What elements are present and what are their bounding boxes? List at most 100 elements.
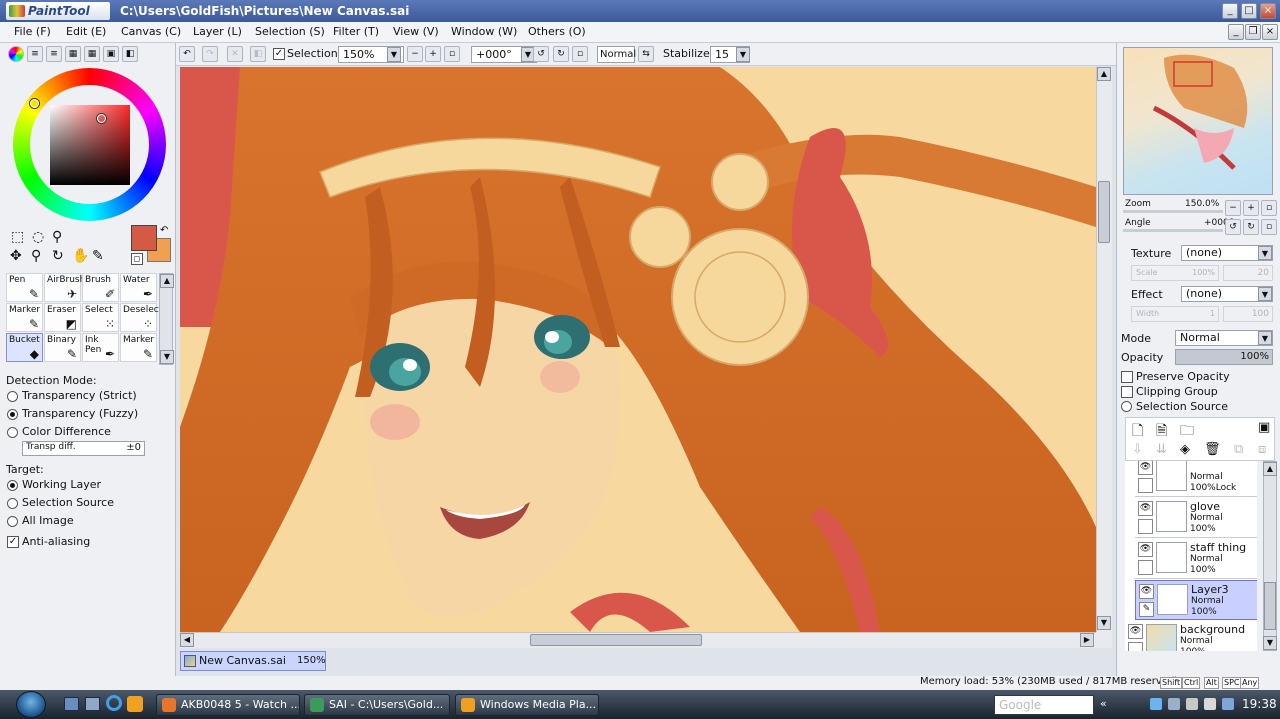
zoom-dropdown-icon[interactable]: ▼ xyxy=(387,47,401,62)
hue-picker-handle[interactable] xyxy=(30,99,39,108)
menu-canvas[interactable]: Canvas (C) xyxy=(121,25,181,38)
radio[interactable] xyxy=(7,427,18,438)
lasso-icon[interactable]: ◌ xyxy=(32,229,44,245)
layer-scroll-thumb[interactable] xyxy=(1264,582,1276,630)
zoom-icon[interactable]: ⚲ xyxy=(31,248,41,264)
nav-angle-slider[interactable] xyxy=(1123,229,1223,232)
horizontal-scroll-thumb[interactable] xyxy=(530,634,702,646)
selection-source-radio[interactable]: Selection Source xyxy=(1121,399,1271,414)
layer-scroll-down-icon[interactable]: ▼ xyxy=(1263,636,1277,650)
new-linework-layer-icon[interactable]: 🗎 xyxy=(1156,420,1167,444)
menu-layer[interactable]: Layer (L) xyxy=(193,25,242,38)
target-option-working-layer[interactable]: Working Layer xyxy=(7,478,167,494)
tray-display-icon[interactable] xyxy=(1186,698,1198,710)
radio[interactable] xyxy=(7,391,18,402)
scroll-right-icon[interactable]: ▶ xyxy=(1080,633,1094,647)
menu-edit[interactable]: Edit (E) xyxy=(66,25,106,38)
nav-rotate-right-icon[interactable]: ↻ xyxy=(1243,219,1259,235)
color-mixer-icon[interactable]: ▦ xyxy=(65,46,81,62)
zoom-out-icon[interactable]: − xyxy=(407,46,423,62)
rgb-slider-icon[interactable]: ≡ xyxy=(27,46,43,62)
menu-window[interactable]: Window (W) xyxy=(451,25,517,38)
layer-row[interactable]: 👁 ✎ Layer3 Normal 100% xyxy=(1135,580,1257,620)
layer-lock-icon[interactable] xyxy=(1128,642,1143,651)
menu-view[interactable]: View (V) xyxy=(393,25,439,38)
tray-wifi-icon[interactable] xyxy=(1222,698,1234,710)
tool-deselect[interactable]: Deselect ⁘ xyxy=(120,303,162,332)
tool-water[interactable]: Water ✒ xyxy=(120,273,157,302)
zoom-reset-icon[interactable]: ▫ xyxy=(444,46,460,62)
canvas-vertical-scrollbar[interactable]: ▲ ▼ xyxy=(1096,67,1112,632)
layer-mode-dropdown-icon[interactable]: ▼ xyxy=(1258,331,1272,345)
menu-selection[interactable]: Selection (S) xyxy=(255,25,325,38)
scratchpad-icon[interactable]: ▣ xyxy=(103,46,119,62)
mdi-close-icon[interactable]: × xyxy=(1262,24,1278,40)
effect-dropdown-icon[interactable]: ▼ xyxy=(1258,287,1272,301)
layer-panel-settings-icon[interactable]: ▣ xyxy=(1258,420,1270,435)
tool-ink-pen[interactable]: Ink Pen ✒ xyxy=(82,333,119,362)
hand-icon[interactable]: ✋ xyxy=(72,248,89,264)
undo-icon[interactable]: ↶ xyxy=(179,46,195,62)
color-settings-icon[interactable]: ◧ xyxy=(122,46,138,62)
taskbar-task[interactable]: SAI - C:\Users\Gold... xyxy=(304,694,450,716)
internet-explorer-icon[interactable] xyxy=(106,695,122,711)
detection-option-fuzzy[interactable]: Transparency (Fuzzy) xyxy=(7,407,167,423)
layer-list-scrollbar[interactable]: ▲ ▼ xyxy=(1263,461,1277,651)
clipping-group-checkbox[interactable]: Clipping Group xyxy=(1121,384,1271,399)
scroll-left-icon[interactable]: ◀ xyxy=(180,633,194,647)
navigator-preview[interactable] xyxy=(1123,47,1273,195)
tool-airbrush[interactable]: AirBrush ✈ xyxy=(44,273,85,302)
start-button[interactable] xyxy=(12,690,52,719)
taskbar-task[interactable]: AKB0048 5 - Watch ... xyxy=(156,694,300,716)
radio[interactable] xyxy=(7,409,18,420)
move-icon[interactable]: ✥ xyxy=(10,248,22,264)
selection-checkbox[interactable]: ✓ xyxy=(273,48,285,60)
merge-down-icon[interactable]: ⇊ xyxy=(1156,442,1167,457)
tool-scroll-up-icon[interactable]: ▲ xyxy=(160,274,174,288)
stabilizer-dropdown-icon[interactable]: ▼ xyxy=(736,47,750,62)
scroll-up-icon[interactable]: ▲ xyxy=(1097,67,1111,81)
swap-colors-icon[interactable]: ↶ xyxy=(160,225,168,236)
eye-icon[interactable]: 👁 xyxy=(1138,542,1153,557)
layer-row[interactable]: 👁 backgroundNormal100% xyxy=(1125,621,1248,651)
tray-volume-icon[interactable] xyxy=(1204,698,1216,710)
transfer-down-icon[interactable]: ⇩ xyxy=(1132,442,1143,457)
hsv-slider-icon[interactable]: ≡ xyxy=(46,46,62,62)
minimize-icon[interactable]: _ xyxy=(1222,3,1238,19)
rect-select-icon[interactable]: ⬚ xyxy=(11,229,24,245)
invert-selection-icon[interactable]: ◧ xyxy=(250,46,266,62)
nav-rotate-reset-icon[interactable]: ▫ xyxy=(1261,219,1277,235)
target-option-selection-source[interactable]: Selection Source xyxy=(7,496,167,512)
radio[interactable] xyxy=(7,498,18,509)
nav-zoom-in-icon[interactable]: + xyxy=(1243,200,1259,216)
eyedropper-icon[interactable]: ✎ xyxy=(92,248,104,264)
close-icon[interactable]: × xyxy=(1260,3,1276,19)
detection-option-strict[interactable]: Transparency (Strict) xyxy=(7,389,167,405)
vertical-scroll-thumb[interactable] xyxy=(1098,181,1110,243)
tray-expand-icon[interactable]: « xyxy=(1100,697,1107,710)
tool-eraser[interactable]: Eraser ◩ xyxy=(44,303,81,332)
mdi-minimize-icon[interactable]: _ xyxy=(1228,24,1244,40)
canvas-tab[interactable]: New Canvas.sai 150% xyxy=(180,651,326,671)
windows-orb-icon[interactable] xyxy=(16,691,46,718)
eye-icon[interactable]: 👁 xyxy=(1128,624,1143,639)
scroll-down-icon[interactable]: ▼ xyxy=(1097,616,1111,630)
layer-opacity-slider[interactable]: 100% xyxy=(1175,349,1273,365)
menu-others[interactable]: Others (O) xyxy=(528,25,586,38)
rotate-icon[interactable]: ↻ xyxy=(52,248,64,264)
layer-scroll-up-icon[interactable]: ▲ xyxy=(1263,462,1277,476)
rotate-reset-icon[interactable]: ▫ xyxy=(572,46,588,62)
saturation-value-square[interactable] xyxy=(50,105,130,185)
eye-icon[interactable]: 👁 xyxy=(1138,461,1153,475)
drawing-canvas[interactable] xyxy=(180,67,1096,632)
new-layer-icon[interactable]: 🗋 xyxy=(1132,420,1143,444)
zoom-in-icon[interactable]: + xyxy=(425,46,441,62)
rotate-right-icon[interactable]: ↻ xyxy=(553,46,569,62)
tool-scroll-down-icon[interactable]: ▼ xyxy=(160,350,174,364)
layer-lock-icon[interactable] xyxy=(1138,478,1153,493)
eye-icon[interactable]: 👁 xyxy=(1139,584,1154,599)
eye-icon[interactable]: 👁 xyxy=(1138,501,1153,516)
radio[interactable] xyxy=(7,516,18,527)
tool-bucket[interactable]: Bucket ◆ xyxy=(6,333,43,362)
radio[interactable] xyxy=(7,480,18,491)
